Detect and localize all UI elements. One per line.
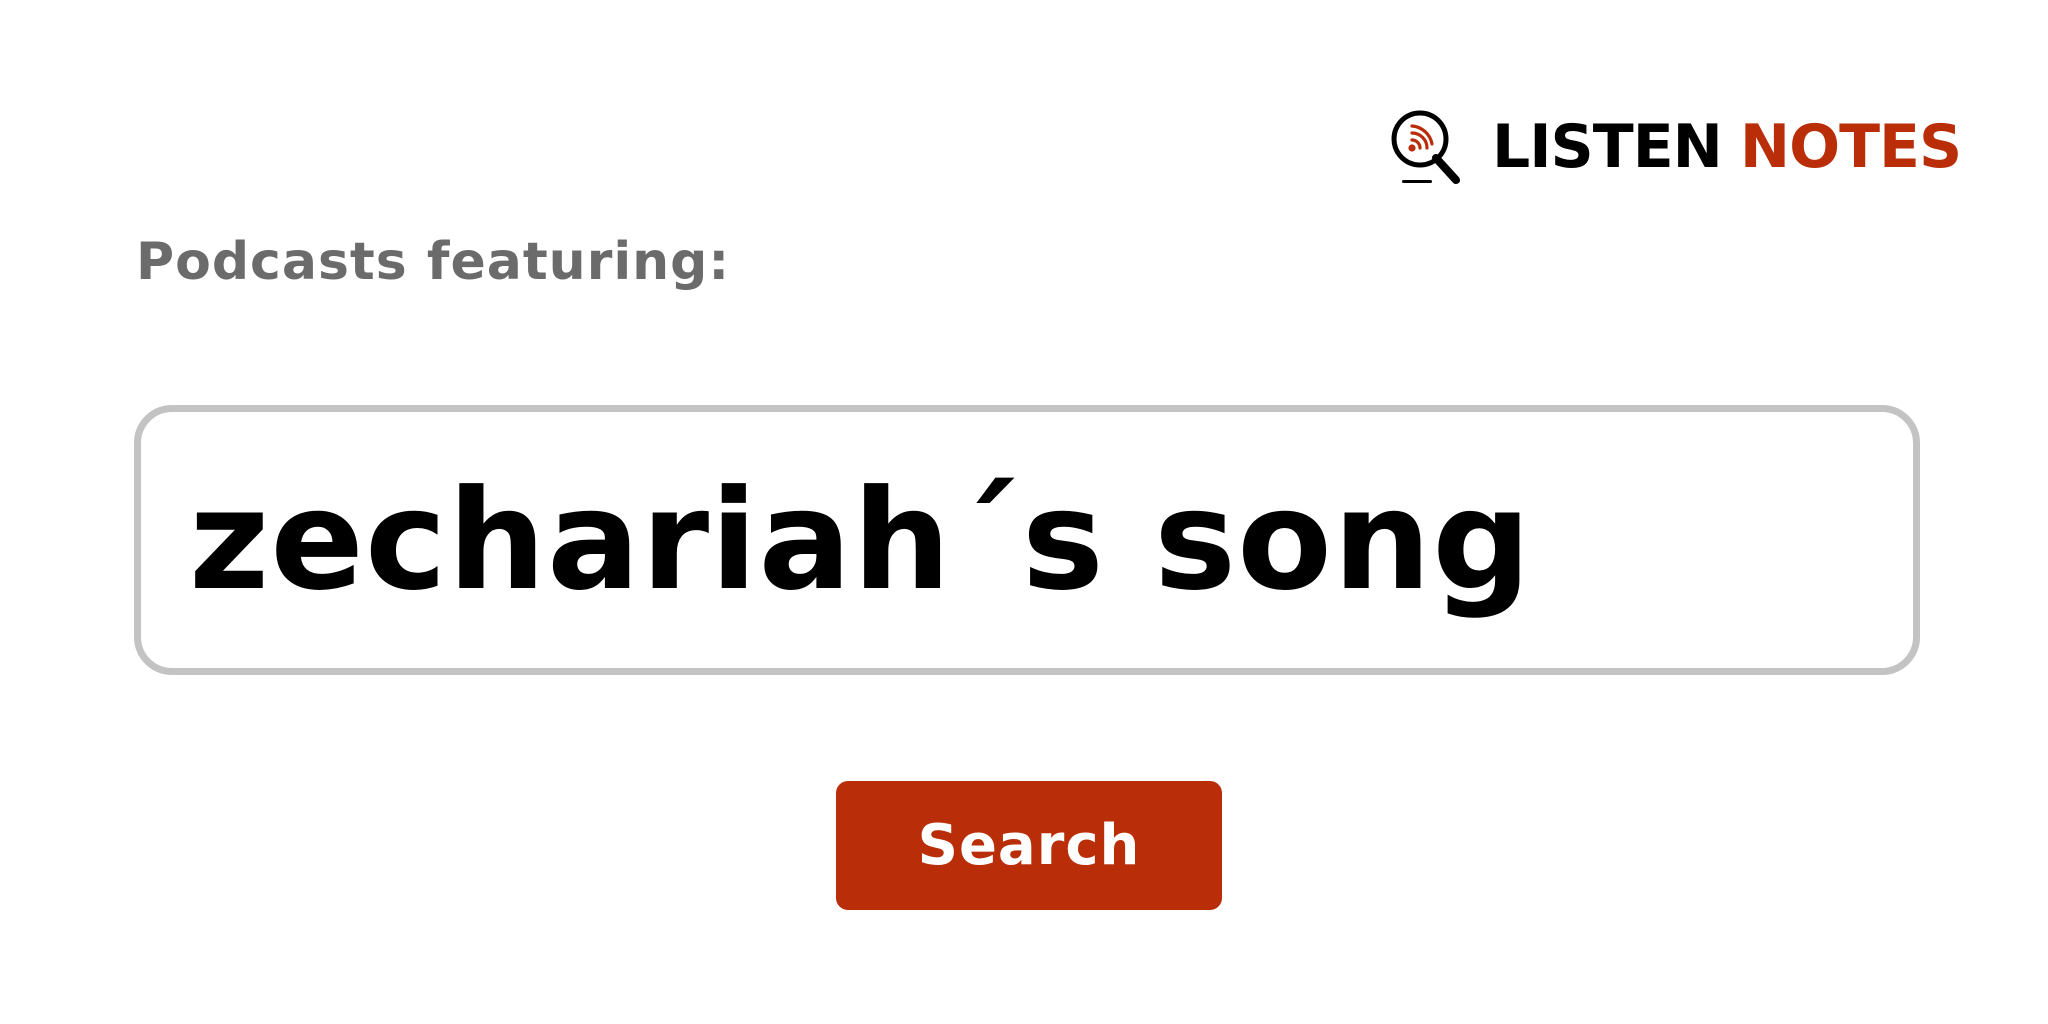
search-field[interactable]	[134, 405, 1920, 675]
brand-word-notes: NOTES	[1739, 112, 1962, 182]
brand-word-listen: LISTEN	[1492, 112, 1723, 182]
search-button[interactable]: Search	[836, 781, 1222, 910]
brand-logo[interactable]: LISTEN NOTES	[1388, 108, 1962, 186]
page: LISTENNOTES Podcasts featuring: Search	[0, 0, 2048, 1024]
page-heading: Podcasts featuring:	[136, 232, 731, 292]
magnifier-podcast-icon	[1391, 110, 1460, 184]
brand-wordmark: LISTEN NOTES	[1492, 117, 1962, 177]
search-input[interactable]	[189, 450, 1865, 630]
